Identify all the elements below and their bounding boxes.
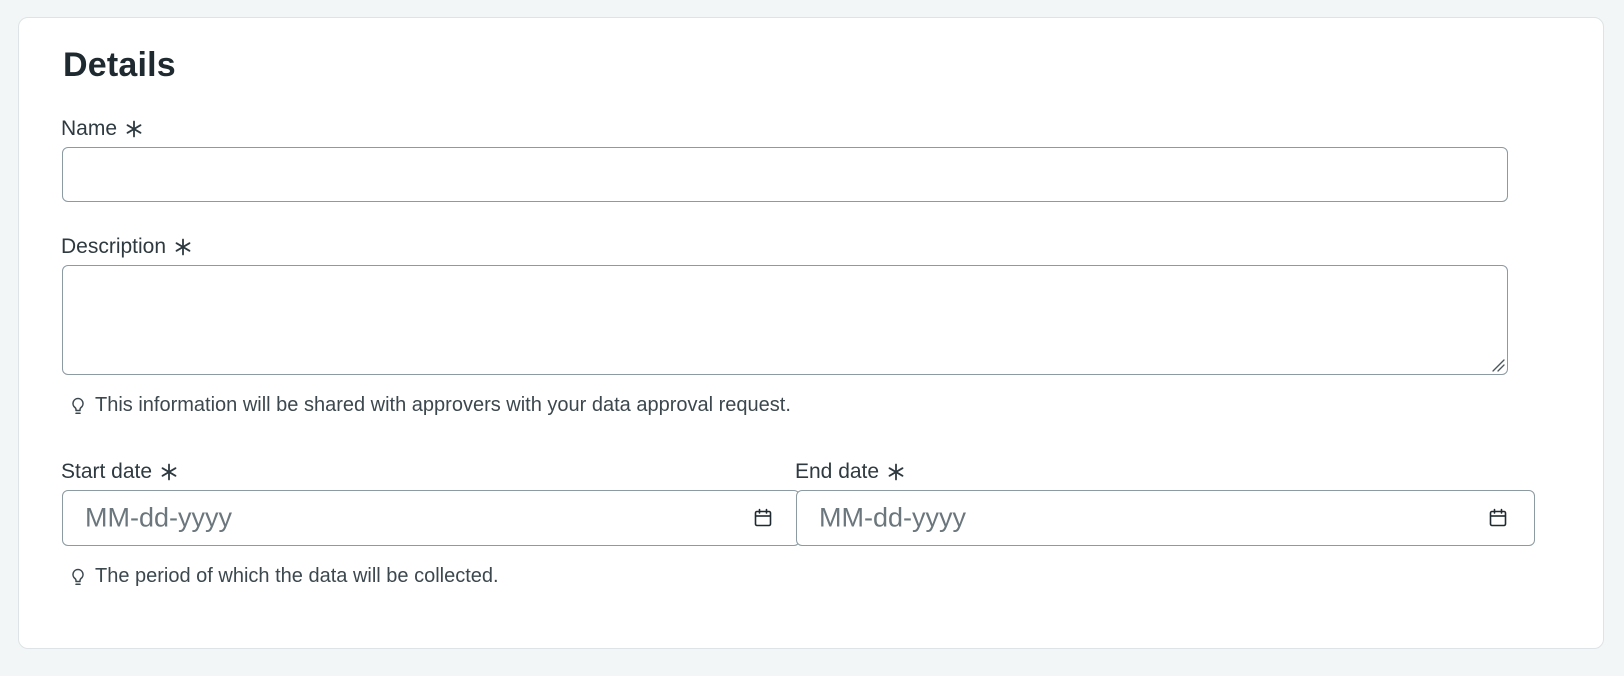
resize-handle-icon[interactable]: [1491, 358, 1505, 372]
required-asterisk-icon: [161, 463, 177, 481]
calendar-icon[interactable]: [753, 508, 773, 528]
lightbulb-icon: [72, 397, 84, 414]
start-date-label: Start date: [61, 460, 178, 484]
end-date-placeholder: MM-dd-yyyy: [819, 502, 966, 533]
start-date-input[interactable]: MM-dd-yyyy: [62, 490, 800, 546]
section-title: Details: [63, 46, 176, 84]
date-hint-text: The period of which the data will be col…: [95, 565, 499, 587]
description-hint-text: This information will be shared with app…: [95, 394, 791, 416]
required-asterisk-icon: [888, 463, 904, 481]
calendar-icon[interactable]: [1488, 508, 1508, 528]
name-label-text: Name: [61, 117, 118, 140]
required-asterisk-icon: [126, 120, 142, 138]
details-card: Details Name Description This informatio…: [18, 17, 1604, 649]
date-hint: The period of which the data will be col…: [69, 565, 499, 588]
required-asterisk-icon: [175, 238, 191, 256]
end-date-label-text: End date: [795, 460, 880, 483]
name-input[interactable]: [62, 147, 1508, 202]
description-label: Description: [61, 235, 192, 259]
end-date-input[interactable]: MM-dd-yyyy: [796, 490, 1535, 546]
description-label-text: Description: [61, 235, 167, 258]
description-textarea[interactable]: [62, 265, 1508, 375]
description-hint: This information will be shared with app…: [69, 394, 791, 417]
end-date-label: End date: [795, 460, 905, 484]
start-date-placeholder: MM-dd-yyyy: [85, 502, 232, 533]
start-date-label-text: Start date: [61, 460, 153, 483]
lightbulb-icon: [72, 568, 84, 585]
name-label: Name: [61, 117, 143, 141]
